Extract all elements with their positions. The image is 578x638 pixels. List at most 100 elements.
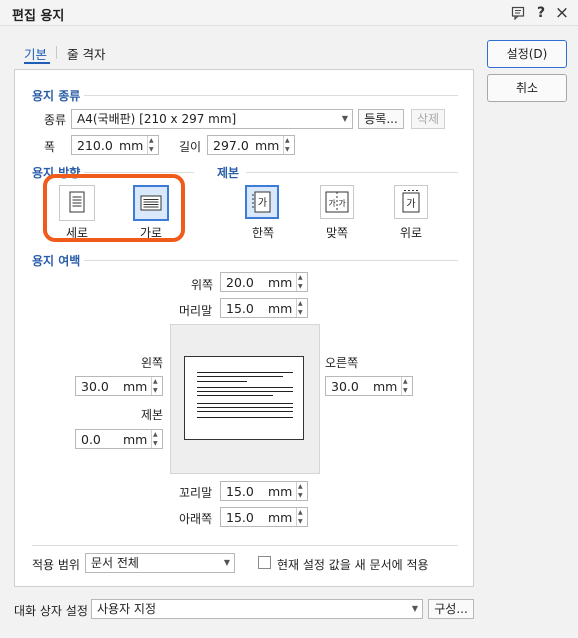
preview-line <box>197 411 293 412</box>
length-stepper[interactable]: ▲ ▼ <box>283 136 294 154</box>
title-bar <box>0 0 578 26</box>
preview-line <box>197 372 293 373</box>
length-label: 길이 <box>179 140 202 154</box>
delete-button[interactable]: 삭제 <box>411 109 445 129</box>
section-divider <box>84 172 194 173</box>
top-margin-stepper[interactable]: ▲ ▼ <box>296 273 307 291</box>
binding-top-icon: 가 <box>402 190 420 213</box>
margin-unit: mm <box>268 484 293 499</box>
length-field[interactable]: 297.0 mm ▲ ▼ <box>207 135 295 155</box>
gutter-stepper[interactable]: ▲ ▼ <box>151 430 162 448</box>
header-margin-value: 15.0 <box>226 301 254 316</box>
gutter-value: 0.0 <box>81 432 101 447</box>
right-margin-label: 오른쪽 <box>325 356 359 370</box>
bottom-margin-stepper[interactable]: ▲ ▼ <box>296 508 307 526</box>
footer-margin-label: 꼬리말 <box>179 486 213 500</box>
preview-line <box>197 391 293 392</box>
paper-kind-value: A4(국배판) [210 x 297 mm] <box>77 112 237 126</box>
preview-line <box>197 407 293 408</box>
section-title-margins: 용지 여백 <box>32 254 81 268</box>
binding-glyph: 가 <box>338 199 346 208</box>
right-margin-field[interactable]: 30.0 mm ▲ ▼ <box>325 376 413 396</box>
apply-new-doc-checkbox[interactable] <box>258 556 271 569</box>
cancel-button[interactable]: 취소 <box>487 74 567 102</box>
dialog-settings-value: 사용자 지정 <box>97 602 157 616</box>
binding-facing-button[interactable]: 가 가 <box>320 185 354 219</box>
config-button[interactable]: 구성... <box>428 599 474 619</box>
binding-facing-icon: 가 가 <box>325 191 349 213</box>
binding-single-button[interactable]: 가 <box>245 185 279 219</box>
chat-icon[interactable] <box>509 4 527 22</box>
header-margin-field[interactable]: 15.0 mm ▲ ▼ <box>220 298 308 318</box>
help-icon[interactable]: ? <box>532 4 550 22</box>
apply-range-value: 문서 전체 <box>91 556 139 570</box>
length-value: 297.0 <box>213 138 249 153</box>
right-margin-stepper[interactable]: ▲ ▼ <box>401 377 412 395</box>
width-label: 폭 <box>44 140 56 154</box>
left-margin-value: 30.0 <box>81 379 109 394</box>
paper-kind-label: 종류 <box>44 113 67 127</box>
left-margin-label: 왼쪽 <box>141 356 164 370</box>
page-preview <box>184 356 304 440</box>
binding-single-icon: 가 <box>252 191 271 213</box>
top-margin-value: 20.0 <box>226 275 254 290</box>
preview-line <box>197 417 293 418</box>
binding-top-button[interactable]: 가 <box>394 185 428 219</box>
bottom-margin-value: 15.0 <box>226 510 254 525</box>
chevron-down-icon: ▼ <box>341 114 348 123</box>
binding-glyph: 가 <box>328 199 336 208</box>
header-margin-label: 머리말 <box>179 304 213 318</box>
gutter-field[interactable]: 0.0 mm ▲ ▼ <box>75 429 163 449</box>
top-margin-label: 위쪽 <box>191 278 214 292</box>
right-margin-value: 30.0 <box>331 379 359 394</box>
bottom-margin-field[interactable]: 15.0 mm ▲ ▼ <box>220 507 308 527</box>
footer-margin-field[interactable]: 15.0 mm ▲ ▼ <box>220 481 308 501</box>
width-field[interactable]: 210.0 mm ▲ ▼ <box>71 135 159 155</box>
section-title-paper-kind: 용지 종류 <box>32 89 81 103</box>
tab-line-grid[interactable]: 줄 격자 <box>67 44 105 63</box>
footer-margin-stepper[interactable]: ▲ ▼ <box>296 482 307 500</box>
section-divider <box>84 95 458 96</box>
section-title-binding: 제본 <box>217 166 240 180</box>
orientation-highlight <box>43 174 185 242</box>
binding-single-label: 한쪽 <box>251 226 275 240</box>
margin-unit: mm <box>373 379 398 394</box>
close-icon[interactable]: × <box>553 4 571 22</box>
margin-unit: mm <box>268 275 293 290</box>
preview-line <box>197 376 283 377</box>
ok-button[interactable]: 설정(D) <box>487 40 567 68</box>
chevron-down-icon: ▼ <box>223 558 230 567</box>
bottom-margin-label: 아래쪽 <box>179 512 213 526</box>
length-unit: mm <box>255 138 280 153</box>
section-divider <box>246 172 458 173</box>
header-margin-stepper[interactable]: ▲ ▼ <box>296 299 307 317</box>
apply-range-select[interactable]: 문서 전체 ▼ <box>85 553 235 573</box>
tab-separator <box>56 46 57 59</box>
left-margin-field[interactable]: 30.0 mm ▲ ▼ <box>75 376 163 396</box>
left-margin-stepper[interactable]: ▲ ▼ <box>151 377 162 395</box>
preview-line <box>197 381 247 382</box>
margin-unit: mm <box>123 379 148 394</box>
section-divider <box>32 545 458 546</box>
gutter-label: 제본 <box>141 408 164 422</box>
apply-range-label: 적용 범위 <box>32 558 80 572</box>
register-button[interactable]: 등록... <box>358 109 404 129</box>
apply-new-doc-label: 현재 설정 값을 새 문서에 적용 <box>277 558 429 572</box>
section-divider <box>84 260 458 261</box>
paper-kind-select[interactable]: A4(국배판) [210 x 297 mm] ▼ <box>71 109 353 129</box>
margin-unit: mm <box>268 301 293 316</box>
margin-unit: mm <box>123 432 148 447</box>
top-margin-field[interactable]: 20.0 mm ▲ ▼ <box>220 272 308 292</box>
binding-top-label: 위로 <box>399 226 423 240</box>
binding-glyph: 가 <box>406 198 415 210</box>
tab-basic-underline <box>24 62 50 64</box>
binding-facing-label: 맞쪽 <box>325 226 349 240</box>
preview-line <box>197 403 293 404</box>
dialog-settings-select[interactable]: 사용자 지정 ▼ <box>91 599 423 619</box>
dialog-settings-label: 대화 상자 설정 <box>14 604 88 618</box>
preview-line <box>197 395 273 396</box>
width-stepper[interactable]: ▲ ▼ <box>147 136 158 154</box>
width-value: 210.0 <box>77 138 113 153</box>
dialog-title: 편집 용지 <box>12 9 65 24</box>
tab-basic[interactable]: 기본 <box>24 44 47 63</box>
